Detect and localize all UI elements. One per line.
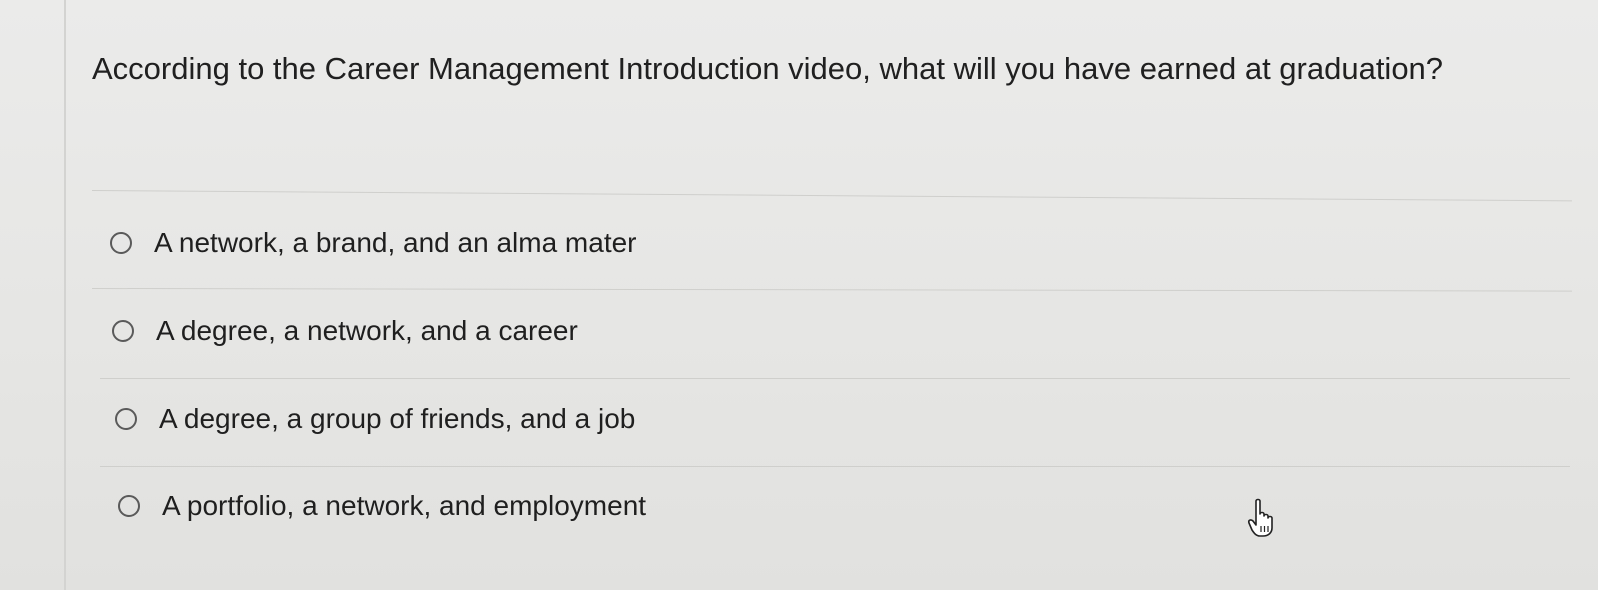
- radio-button[interactable]: [112, 320, 134, 342]
- answer-option-1[interactable]: A network, a brand, and an alma mater: [110, 227, 637, 259]
- divider: [91, 288, 1572, 292]
- radio-button[interactable]: [118, 495, 140, 517]
- question-text: According to the Career Management Intro…: [92, 51, 1444, 86]
- hand-pointer-icon: [1248, 498, 1273, 537]
- divider: [100, 378, 1570, 379]
- answer-option-label: A degree, a group of friends, and a job: [159, 403, 636, 434]
- radio-button[interactable]: [115, 408, 137, 430]
- answer-option-label: A degree, a network, and a career: [156, 315, 578, 346]
- answer-option-4[interactable]: A portfolio, a network, and employment: [118, 490, 646, 522]
- radio-button[interactable]: [110, 232, 132, 254]
- divider: [100, 466, 1570, 467]
- answer-option-2[interactable]: A degree, a network, and a career: [112, 315, 578, 347]
- quiz-page: According to the Career Management Intro…: [0, 0, 1598, 590]
- divider: [91, 190, 1572, 202]
- answer-option-label: A portfolio, a network, and employment: [162, 490, 647, 521]
- answer-option-3[interactable]: A degree, a group of friends, and a job: [115, 403, 635, 435]
- answer-option-label: A network, a brand, and an alma mater: [154, 227, 637, 258]
- content-left-border: [64, 0, 66, 590]
